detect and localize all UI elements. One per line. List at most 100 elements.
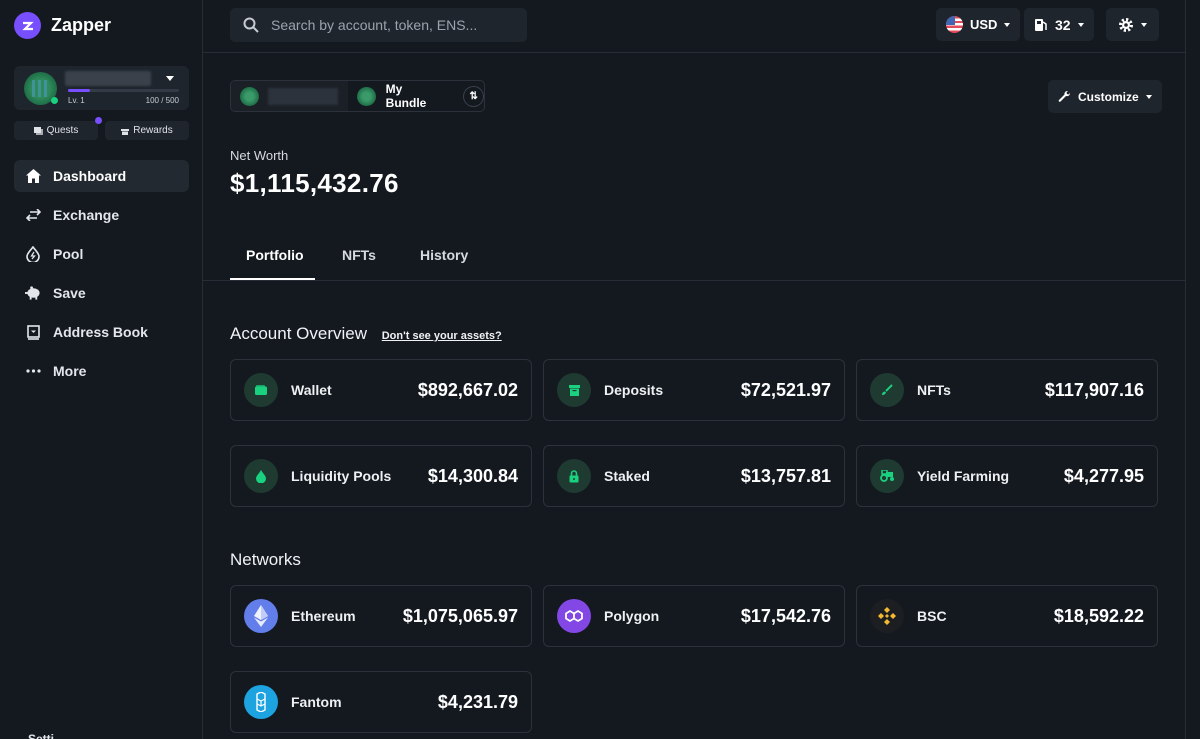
- tab-bar: Portfolio NFTs History: [203, 233, 1185, 281]
- sidebar-item-label: Exchange: [53, 207, 120, 223]
- network-card-fantom[interactable]: Fantom $4,231.79: [230, 671, 532, 733]
- deposit-box-icon: [557, 373, 591, 407]
- notification-dot: [95, 117, 102, 124]
- online-status-dot: [51, 97, 58, 104]
- xp-progress-bar: [68, 89, 179, 92]
- card-label: BSC: [917, 608, 947, 624]
- overview-card-deposits[interactable]: Deposits $72,521.97: [543, 359, 845, 421]
- tab-nfts[interactable]: NFTs: [342, 247, 376, 263]
- network-card-bsc[interactable]: BSC $18,592.22: [856, 585, 1158, 647]
- sidebar-item-label: More: [53, 363, 87, 379]
- drop-icon: [244, 459, 278, 493]
- card-label: Liquidity Pools: [291, 468, 392, 484]
- sidebar-item-exchange[interactable]: Exchange: [14, 199, 189, 231]
- level-label: Lv. 1: [68, 96, 85, 105]
- overview-card-liquidity-pools[interactable]: Liquidity Pools $14,300.84: [230, 445, 532, 507]
- currency-value: USD: [970, 17, 998, 32]
- profile-card[interactable]: Lv. 1 100 / 500: [14, 66, 189, 110]
- missing-assets-link[interactable]: Don't see your assets?: [382, 330, 502, 342]
- address-book-icon: [25, 324, 41, 340]
- sidebar-item-settings[interactable]: Setti...: [28, 732, 64, 739]
- card-value: $4,231.79: [437, 691, 518, 712]
- xp-text: 100 / 500: [145, 96, 179, 105]
- quests-button[interactable]: Quests: [14, 117, 102, 140]
- wallet-icon: [244, 373, 278, 407]
- bundle-switcher[interactable]: My Bundle ⇅: [230, 80, 485, 112]
- sidebar-item-more[interactable]: More: [14, 355, 189, 387]
- polygon-icon: [557, 599, 591, 633]
- card-label: Ethereum: [291, 608, 356, 624]
- overview-card-yield-farming[interactable]: Yield Farming $4,277.95: [856, 445, 1158, 507]
- quests-icon: [33, 126, 43, 135]
- sidebar-item-label: Save: [53, 285, 86, 301]
- lock-icon: [557, 459, 591, 493]
- bundle-avatar: [357, 86, 376, 106]
- net-worth-label: Net Worth: [230, 148, 289, 163]
- overview-card-nfts[interactable]: NFTs $117,907.16: [856, 359, 1158, 421]
- gas-pump-icon: [1035, 18, 1047, 31]
- card-label: Wallet: [291, 382, 332, 398]
- pool-drop-icon: [25, 246, 41, 262]
- fantom-icon: [244, 685, 278, 719]
- networks-heading: Networks: [230, 550, 301, 569]
- sidebar-item-dashboard[interactable]: Dashboard: [14, 160, 189, 192]
- swap-arrows-icon: [25, 207, 41, 223]
- card-value: $18,592.22: [1053, 605, 1144, 626]
- rewards-label: Rewards: [133, 125, 173, 136]
- card-label: Fantom: [291, 694, 342, 710]
- customize-button[interactable]: Customize: [1048, 80, 1162, 113]
- more-dots-icon: [25, 363, 41, 379]
- sidebar-item-label: Pool: [53, 246, 84, 262]
- tab-history[interactable]: History: [420, 247, 468, 263]
- sidebar-item-address-book[interactable]: Address Book: [14, 316, 189, 348]
- active-tab-indicator: [230, 278, 315, 280]
- settings-label: Setti...: [28, 732, 65, 739]
- search-placeholder: Search by account, token, ENS...: [271, 17, 478, 33]
- chevron-down-icon: [1004, 22, 1011, 27]
- ethereum-icon: [244, 599, 278, 633]
- chevron-down-icon: [1145, 94, 1152, 99]
- sidebar: Zapper Lv. 1 100 / 500 Quests Rewards Da…: [0, 0, 203, 739]
- account-chip[interactable]: [231, 81, 348, 111]
- customize-label: Customize: [1078, 89, 1139, 104]
- sidebar-item-pool[interactable]: Pool: [14, 238, 189, 270]
- chevron-down-icon[interactable]: [166, 76, 174, 81]
- card-value: $4,277.95: [1063, 465, 1144, 486]
- card-value: $17,542.76: [740, 605, 831, 626]
- sidebar-item-save[interactable]: Save: [14, 277, 189, 309]
- card-label: NFTs: [917, 382, 951, 398]
- overview-card-staked[interactable]: Staked $13,757.81: [543, 445, 845, 507]
- rewards-button[interactable]: Rewards: [105, 121, 189, 140]
- chevron-down-icon: [1141, 22, 1147, 27]
- search-icon: [243, 17, 259, 33]
- chevron-down-icon: [1077, 22, 1084, 27]
- gas-value: 32: [1055, 16, 1071, 33]
- tab-portfolio[interactable]: Portfolio: [246, 247, 304, 263]
- card-label: Polygon: [604, 608, 660, 624]
- scrollbar-track[interactable]: [1185, 0, 1200, 739]
- swap-bundle-button[interactable]: ⇅: [463, 85, 484, 107]
- card-label: Staked: [604, 468, 650, 484]
- bundle-chip[interactable]: My Bundle ⇅: [348, 81, 484, 111]
- account-overview-heading: Account Overview Don't see your assets?: [230, 324, 502, 344]
- network-card-ethereum[interactable]: Ethereum $1,075,065.97: [230, 585, 532, 647]
- card-value: $1,075,065.97: [402, 605, 518, 626]
- settings-button[interactable]: [1106, 8, 1159, 41]
- network-card-polygon[interactable]: Polygon $17,542.76: [543, 585, 845, 647]
- net-worth-value: $1,115,432.76: [230, 168, 399, 198]
- top-header: Search by account, token, ENS... USD 32: [203, 0, 1186, 53]
- sidebar-item-label: Address Book: [53, 324, 148, 340]
- wrench-icon: [1058, 90, 1071, 102]
- quests-label: Quests: [46, 125, 79, 136]
- card-value: $13,757.81: [740, 465, 831, 486]
- card-label: Yield Farming: [917, 468, 1010, 484]
- sidebar-item-label: Dashboard: [53, 168, 127, 184]
- zapper-logo-icon: [14, 12, 41, 39]
- gas-price-button[interactable]: 32: [1024, 8, 1094, 41]
- us-flag-icon: [946, 16, 963, 33]
- logo[interactable]: Zapper: [14, 12, 111, 39]
- card-value: $14,300.84: [427, 465, 518, 486]
- overview-card-wallet[interactable]: Wallet $892,667.02: [230, 359, 532, 421]
- currency-select[interactable]: USD: [936, 8, 1021, 41]
- search-input[interactable]: Search by account, token, ENS...: [230, 8, 527, 42]
